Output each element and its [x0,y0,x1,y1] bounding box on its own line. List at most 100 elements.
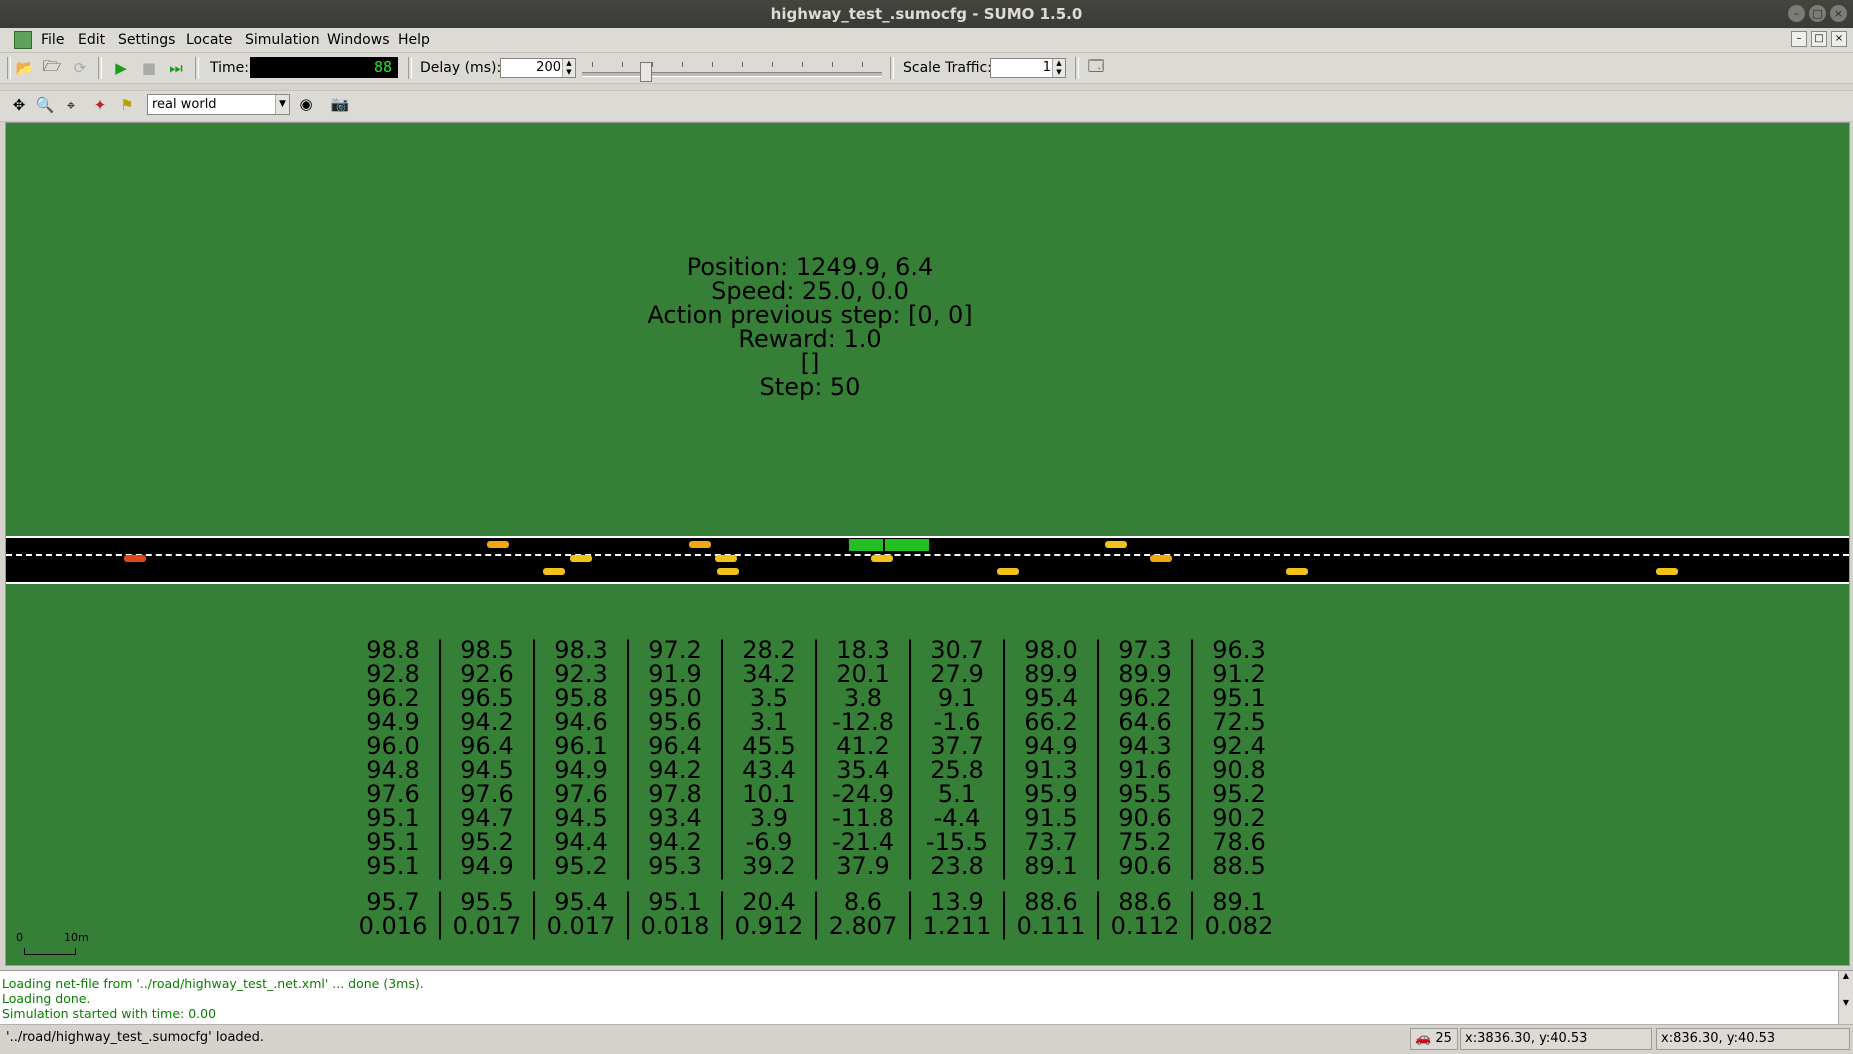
vehicle[interactable] [1150,555,1172,562]
table-cell: 96.5 [460,684,514,712]
menu-file[interactable]: File [41,32,64,48]
vehicle[interactable] [689,541,711,548]
vehicle[interactable] [124,555,146,562]
table-cell: -12.8 [831,708,895,736]
magnifier-icon[interactable]: 🔍 [34,94,56,116]
menu-locate[interactable]: Locate [186,32,233,48]
menu-windows[interactable]: Windows [327,32,390,48]
close-button[interactable]: × [1830,5,1847,22]
vehicle[interactable] [997,568,1019,575]
spinner-arrows-icon[interactable]: ▲ ▼ [562,59,575,77]
table-cell: 95.2 [460,828,514,856]
table-cell: 20.4 [742,888,796,916]
slider-tick [802,62,803,67]
table-row: 98.8 98.5 98.3 97.2 28.2 18.3 30.7 98.0 97.3 96.3 [346,638,1286,662]
vehicle[interactable] [570,555,592,562]
table-cell: 95.3 [648,852,702,880]
locate-vehicle-icon[interactable]: ✦ [89,94,111,116]
maximize-button[interactable]: □ [1809,5,1826,22]
table-cell: 3.9 [749,804,789,832]
table-cell: 92.3 [554,660,608,688]
table-cell: 0.912 [734,912,804,940]
vehicle[interactable] [487,541,509,548]
vehicle[interactable] [543,568,565,575]
vehicle[interactable] [871,555,893,562]
toolbar-separator [1075,57,1079,79]
vehicle[interactable] [715,555,737,562]
locate-junction-icon[interactable]: ⌖ [60,94,82,116]
table-cell: 95.7 [366,888,420,916]
run-icon[interactable]: ▶ [110,57,132,79]
table-cell: 94.9 [554,756,608,784]
vehicle[interactable] [1656,568,1678,575]
menu-edit[interactable]: Edit [78,32,105,48]
table-cell: 35.4 [836,756,890,784]
table-cell: 0.017 [452,912,522,940]
table-cell: 92.4 [1212,732,1266,760]
menu-help[interactable]: Help [398,32,430,48]
delay-slider[interactable] [582,58,882,84]
chevron-down-icon[interactable]: ▼ [275,95,289,114]
table-cell: 95.5 [460,888,514,916]
stop-icon[interactable]: ■ [138,57,160,79]
table-row: 95.1 94.9 95.2 95.3 39.2 37.9 23.8 89.1 90.6 88.5 [346,854,1286,878]
table-row: 94.8 94.5 94.9 94.2 43.4 35.4 25.8 91.3 91.6 90.8 [346,758,1286,782]
log-line: Loading net-file from '../road/highway_t… [2,976,424,991]
open-network-icon[interactable]: 🗁 [41,57,63,79]
log-scrollbar[interactable]: ▲ ▼ [1838,971,1853,1024]
table-cell: 2.807 [828,912,898,940]
scale-bar [24,948,76,955]
scale-label-zero: 0 [16,931,23,944]
table-cell: 94.9 [460,852,514,880]
table-cell: 25.8 [930,756,984,784]
slider-tick [682,62,683,67]
ego-vehicle-front[interactable] [849,539,883,551]
table-cell: 37.7 [930,732,984,760]
delay-spinner[interactable]: 200 ▲ ▼ [500,58,576,78]
open-simulation-icon[interactable]: 📂 [14,57,36,79]
table-cell: 66.2 [1024,708,1078,736]
table-cell: 18.3 [836,636,890,664]
screenshot-icon[interactable]: 📷 [329,93,351,115]
reload-icon[interactable]: ⟳ [69,57,91,79]
table-cell: 72.5 [1212,708,1266,736]
scale-traffic-spinner[interactable]: 1 ▲ ▼ [990,58,1066,78]
color-wheel-icon[interactable]: ◉ [295,93,317,115]
toolbar-separator [98,57,102,79]
table-cell: 64.6 [1118,708,1172,736]
table-row: 92.8 92.6 92.3 91.9 34.2 20.1 27.9 89.9 89.9 91.2 [346,662,1286,686]
toolbar-separator [7,57,11,79]
table-cell: 39.2 [742,852,796,880]
table-cell: 91.2 [1212,660,1266,688]
table-cell: 3.8 [843,684,883,712]
visualization-scheme-select[interactable]: real world ▼ [147,94,290,115]
minimize-button[interactable]: – [1788,5,1805,22]
recenter-view-icon[interactable]: ✥ [8,94,30,116]
info-speed: Speed: 25.0, 0.0 [711,277,909,305]
menu-simulation[interactable]: Simulation [245,32,320,48]
table-cell: 91.3 [1024,756,1078,784]
vehicle[interactable] [717,568,739,575]
table-cell: 97.6 [554,780,608,808]
locate-poi-icon[interactable]: ⚑ [116,94,138,116]
menu-settings[interactable]: Settings [118,32,175,48]
table-cell: 0.016 [358,912,428,940]
table-cell: 23.8 [930,852,984,880]
simulation-view[interactable]: Position: 1249.9, 6.4 Speed: 25.0, 0.0 A… [5,122,1850,966]
ego-vehicle-rear[interactable] [885,539,929,551]
table-cell: 37.9 [836,852,890,880]
step-icon[interactable]: ⏭ [165,57,187,79]
spinner-arrows-icon[interactable]: ▲ ▼ [1052,59,1065,77]
mdi-minimize-button[interactable]: – [1791,31,1807,47]
vehicle[interactable] [1105,541,1127,548]
new-view-icon[interactable]: 🗔 [1085,57,1107,79]
table-cell: 90.6 [1118,804,1172,832]
mdi-restore-button[interactable]: □ [1811,31,1827,47]
table-cell: 90.6 [1118,852,1172,880]
table-cell: 88.6 [1118,888,1172,916]
table-cell: -15.5 [925,828,989,856]
table-cell: 9.1 [937,684,977,712]
slider-knob[interactable] [640,62,652,82]
mdi-close-button[interactable]: × [1831,31,1847,47]
vehicle[interactable] [1286,568,1308,575]
